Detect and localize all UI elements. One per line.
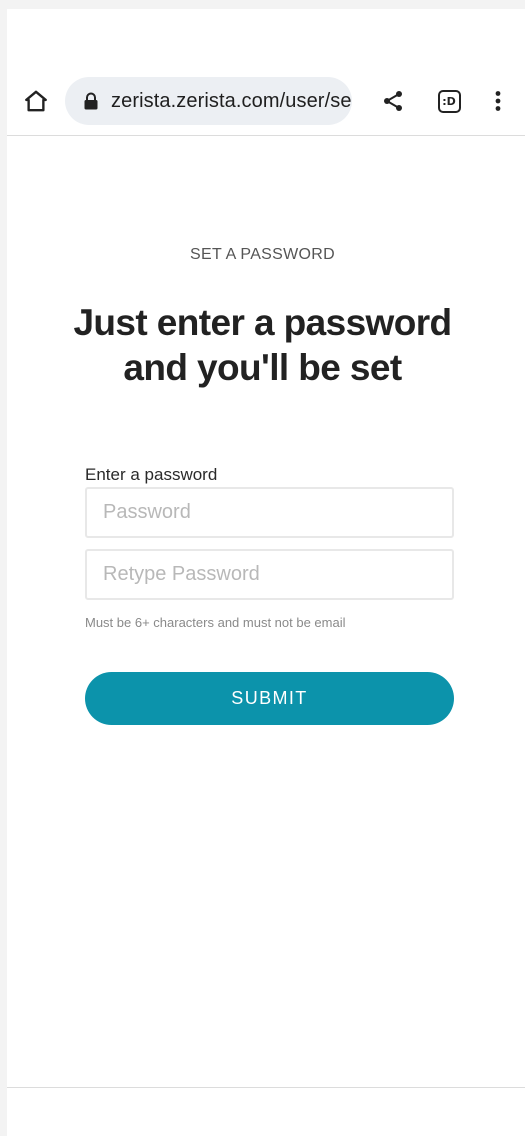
url-text: zerista.zerista.com/user/se bbox=[111, 89, 352, 112]
retype-password-input[interactable] bbox=[85, 549, 454, 600]
bottom-divider bbox=[7, 1087, 525, 1088]
home-icon bbox=[25, 90, 47, 112]
more-vert-icon bbox=[495, 91, 501, 111]
page-title: Just enter a password and you'll be set bbox=[73, 302, 452, 388]
share-icon bbox=[384, 91, 402, 111]
tab-switcher-icon: :D bbox=[437, 89, 461, 113]
page-eyebrow: SET A PASSWORD bbox=[190, 246, 335, 263]
more-menu-button[interactable] bbox=[478, 81, 518, 121]
tab-switcher-button[interactable]: :D bbox=[429, 81, 469, 121]
home-button[interactable] bbox=[16, 81, 56, 121]
address-bar[interactable]: zerista.zerista.com/user/se bbox=[65, 77, 352, 125]
password-hint: Must be 6+ characters and must not be em… bbox=[85, 615, 346, 630]
browser-toolbar: zerista.zerista.com/user/se :D bbox=[7, 67, 525, 136]
password-field-label: Enter a password bbox=[85, 465, 218, 484]
share-button[interactable] bbox=[373, 81, 413, 121]
lock-icon bbox=[81, 91, 101, 111]
password-input[interactable] bbox=[85, 487, 454, 538]
submit-button[interactable]: SUBMIT bbox=[85, 672, 454, 725]
